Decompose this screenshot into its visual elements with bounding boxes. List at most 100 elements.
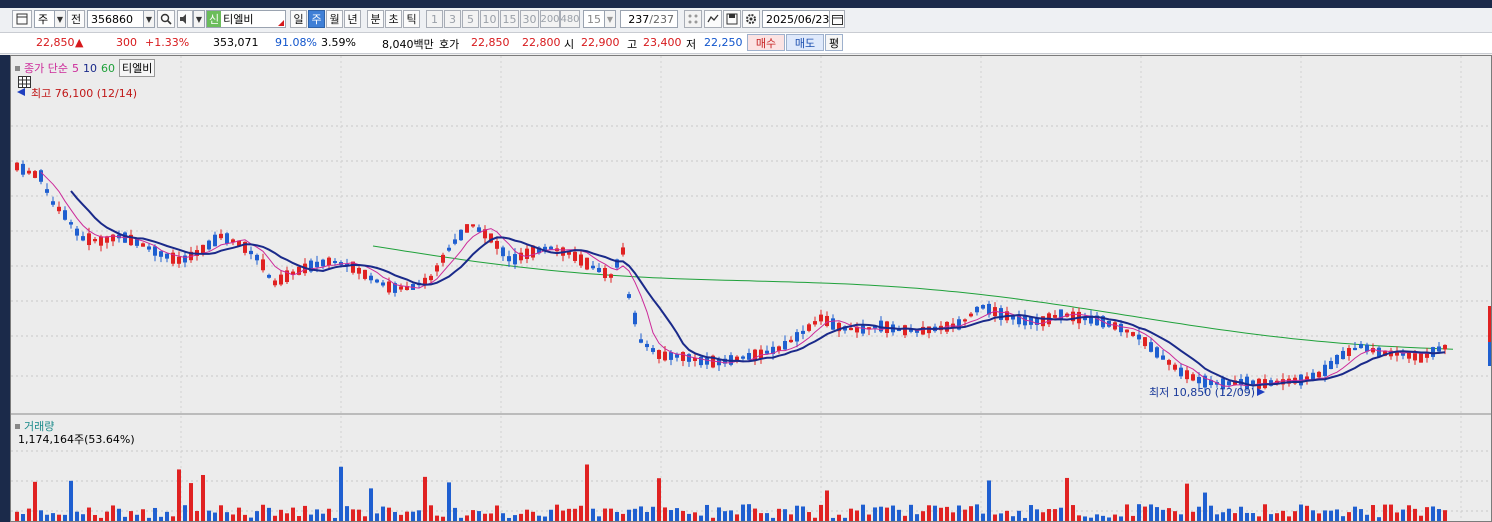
second-button[interactable]: 초 <box>385 10 402 28</box>
ma60-line <box>372 245 1454 350</box>
volume-bar <box>1305 505 1309 521</box>
open-label: 시 <box>564 38 575 51</box>
volume-bar <box>435 515 439 521</box>
volume-bar <box>111 505 115 521</box>
period-month-button[interactable]: 월 <box>326 10 343 28</box>
volume-bar <box>741 504 745 521</box>
chevron-down-icon[interactable]: ▼ <box>604 10 616 28</box>
candle-body <box>177 256 181 264</box>
speaker-icon[interactable] <box>177 10 193 28</box>
volume-bar <box>555 504 559 521</box>
zoom-icon[interactable] <box>684 10 702 28</box>
candle-body <box>1131 332 1135 336</box>
high-label: 고 <box>627 38 638 51</box>
volume-bar <box>129 511 133 521</box>
volume-bar <box>345 506 349 521</box>
period-day-button[interactable]: 일 <box>290 10 307 28</box>
calendar-icon[interactable] <box>829 10 845 28</box>
candle-body <box>669 352 673 360</box>
candle-body <box>807 324 811 331</box>
date-input[interactable]: 2025/06/23 <box>762 10 830 28</box>
volume-bar <box>1161 509 1165 521</box>
low-price: 22,250 <box>704 36 743 49</box>
interval-30-button[interactable]: 30 <box>520 10 539 28</box>
period-unit-select[interactable]: 주 <box>34 10 56 28</box>
interval-select[interactable]: 15 <box>583 10 605 28</box>
candle-body <box>861 325 865 334</box>
chart-area[interactable]: 종가 단순 5 10 60 티엘비 최고 76,100 (12/14) 최저 1… <box>10 55 1492 522</box>
volume-bar <box>75 511 79 521</box>
volume-bar <box>1395 512 1399 521</box>
volume-bar <box>567 508 571 521</box>
interval-10-button[interactable]: 10 <box>480 10 499 28</box>
candle-body <box>1353 347 1357 351</box>
chevron-down-icon[interactable]: ▼ <box>54 10 66 28</box>
minute-button[interactable]: 분 <box>367 10 384 28</box>
chevron-down-icon[interactable]: ▼ <box>193 10 205 28</box>
volume-bar <box>1011 516 1015 521</box>
legend-stock-tag[interactable]: 티엘비 <box>118 59 156 77</box>
candle-body <box>357 267 361 274</box>
volume-bar <box>471 510 475 521</box>
chart-layout-icon[interactable] <box>12 10 32 28</box>
interval-15-button[interactable]: 15 <box>500 10 519 28</box>
candle-body <box>627 294 631 298</box>
prev-button[interactable]: 전 <box>67 10 85 28</box>
volume-bar <box>357 509 361 521</box>
quote-bar: 22,850 ▲ 300 +1.33% 353,071 91.08% 3.59%… <box>0 33 1492 54</box>
interval-3-button[interactable]: 3 <box>444 10 461 28</box>
candle-body <box>459 229 463 241</box>
volume-bar <box>1323 510 1327 521</box>
bar-count-field[interactable]: 237/237 <box>620 10 678 28</box>
volume-bar <box>1329 510 1333 521</box>
volume-bar <box>1107 517 1111 521</box>
volume-bar <box>753 508 757 521</box>
price-chart-canvas[interactable] <box>11 56 1491 521</box>
volume-bar <box>1293 511 1297 521</box>
chevron-down-icon[interactable]: ▼ <box>143 10 155 28</box>
volume-bar <box>1269 514 1273 521</box>
volume-bar <box>711 517 715 521</box>
gear-icon[interactable] <box>742 10 760 28</box>
volume-bar <box>1425 507 1429 521</box>
change-percent: +1.33% <box>145 36 190 49</box>
interval-5-button[interactable]: 5 <box>462 10 479 28</box>
low-label: 저 <box>686 38 697 51</box>
volume-bar <box>123 516 127 521</box>
candle-body <box>471 224 475 227</box>
buy-button[interactable]: 매수 <box>747 34 785 51</box>
candle-body <box>213 234 217 247</box>
volume-bar <box>591 508 595 521</box>
candle-body <box>513 254 517 265</box>
eval-button[interactable]: 평 <box>825 34 843 51</box>
candle-body <box>1167 360 1171 365</box>
line-chart-icon[interactable] <box>704 10 722 28</box>
period-week-button[interactable]: 주 <box>308 10 325 28</box>
sell-button[interactable]: 매도 <box>786 34 824 51</box>
candle-body <box>525 248 529 259</box>
candle-body <box>159 251 163 257</box>
candle-body <box>1329 360 1333 370</box>
stock-code-input[interactable]: 356860 <box>87 10 145 28</box>
volume-bar <box>1239 506 1243 521</box>
candle-body <box>267 274 271 278</box>
volume-bar <box>975 504 979 521</box>
interval-1-button[interactable]: 1 <box>426 10 443 28</box>
stock-name-field[interactable]: 신 티엘비 <box>206 10 286 28</box>
volume-bar <box>87 507 91 521</box>
volume-bar <box>1257 516 1261 521</box>
volume-bar <box>489 513 493 521</box>
interval-480-button[interactable]: 480 <box>560 10 580 28</box>
search-icon[interactable] <box>157 10 175 28</box>
candle-body <box>273 280 277 286</box>
candle-body <box>801 330 805 334</box>
volume-bar <box>693 512 697 521</box>
volume-bar <box>813 517 817 521</box>
period-year-button[interactable]: 년 <box>344 10 361 28</box>
save-icon[interactable] <box>723 10 741 28</box>
candle-body <box>1407 352 1411 359</box>
tick-button[interactable]: 틱 <box>403 10 420 28</box>
volume-bar <box>627 509 631 521</box>
interval-200-button[interactable]: 200 <box>540 10 560 28</box>
chart-toolbar: 주 ▼ 전 356860 ▼ ▼ 신 티엘비 일 주 월 년 분 초 틱 1 3… <box>0 8 1492 33</box>
